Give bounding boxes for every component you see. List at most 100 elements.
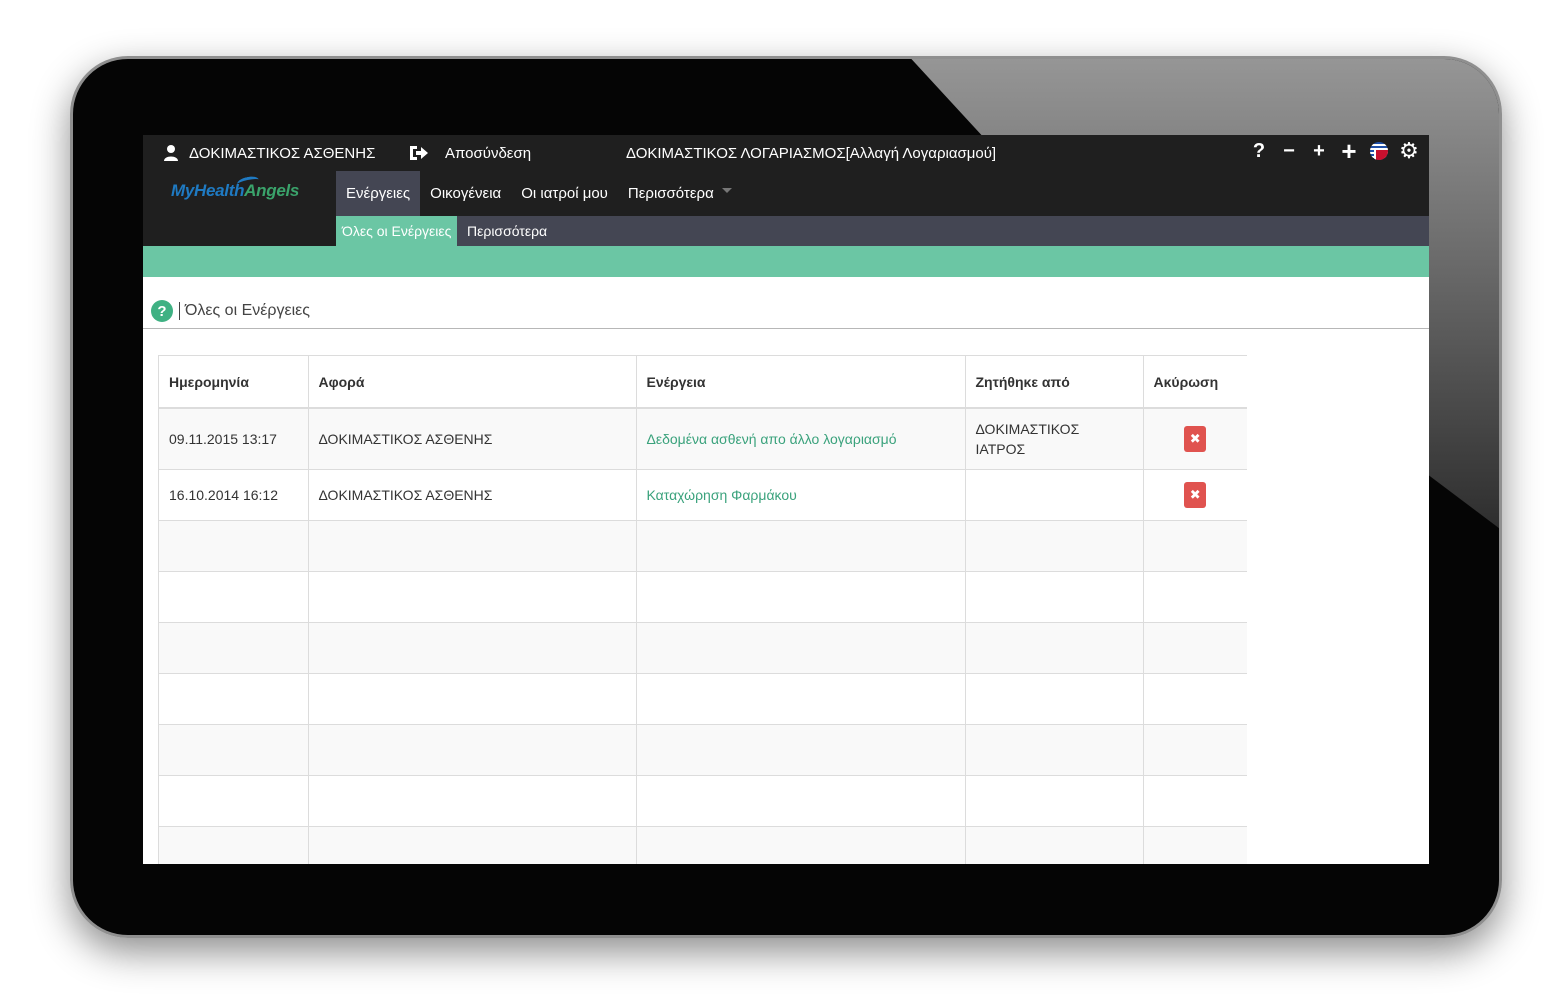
column-header-subject[interactable]: Αφορά — [308, 356, 637, 409]
column-header-cancel[interactable]: Ακύρωση — [1143, 356, 1247, 409]
empty-cell — [159, 826, 309, 864]
subtab-label: Περισσότερα — [467, 223, 548, 239]
language-button[interactable] — [1369, 139, 1389, 163]
gear-icon[interactable]: ⚙ — [1399, 139, 1419, 163]
cell-cancel: ✖ — [1143, 408, 1247, 470]
empty-cell — [636, 775, 966, 827]
empty-cell — [1143, 724, 1247, 776]
empty-cell — [159, 775, 309, 827]
user-icon — [164, 145, 178, 161]
page-header: ? Όλες οι Ενέργειες — [151, 299, 310, 323]
sub-nav: Όλες οι Ενέργειες Περισσότερα — [143, 216, 1429, 246]
user-menu[interactable]: ΔΟΚΙΜΑΣΤΙΚΟΣ ΑΣΘΕΝΗΣ — [163, 135, 375, 171]
empty-cell — [1143, 775, 1247, 827]
empty-cell — [636, 571, 966, 623]
header-divider — [179, 302, 180, 320]
subtab-label: Όλες οι Ενέργειες — [342, 223, 452, 239]
empty-cell — [965, 724, 1144, 776]
nav-tabs: Ενέργειες Οικογένεια Οι ιατροί μου Περισ… — [336, 171, 742, 216]
cell-subject: ΔΟΚΙΜΑΣΤΙΚΟΣ ΑΣΘΕΝΗΣ — [308, 408, 637, 470]
empty-cell — [159, 724, 309, 776]
tab-actions[interactable]: Ενέργειες — [336, 171, 421, 216]
cell-action-link[interactable]: Δεδομένα ασθενή απο άλλο λογαριασμό — [636, 408, 966, 470]
tab-label: Περισσότερα — [627, 185, 714, 202]
empty-cell — [636, 622, 966, 674]
empty-cell — [636, 673, 966, 725]
table-row: 16.10.2014 16:12 ΔΟΚΙΜΑΣΤΙΚΟΣ ΑΣΘΕΝΗΣ Κα… — [159, 469, 1247, 521]
column-header-action[interactable]: Ενέργεια — [636, 356, 966, 409]
zoom-out-icon[interactable]: − — [1279, 139, 1299, 163]
empty-cell — [965, 673, 1144, 725]
empty-cell — [965, 571, 1144, 623]
requested-by-line: ΙΑΤΡΟΣ — [975, 440, 1026, 457]
app-logo[interactable]: MyHealthAngels — [171, 174, 299, 201]
page-title: Όλες οι Ενέργειες — [185, 302, 311, 319]
tab-my-doctors[interactable]: Οι ιατροί μου — [511, 171, 618, 216]
actions-table-container: Ημερομηνία Αφορά Ενέργεια Ζητήθηκε από Α… — [158, 355, 1247, 864]
empty-cell — [1143, 520, 1247, 572]
accent-band — [143, 246, 1429, 277]
logout-label: Αποσύνδεση — [445, 144, 532, 162]
empty-cell — [308, 724, 637, 776]
app-screen: ΔΟΚΙΜΑΣΤΙΚΟΣ ΑΣΘΕΝΗΣ Αποσύνδεση ΔΟΚΙΜΑΣΤ… — [143, 135, 1429, 864]
empty-table-row — [159, 673, 1247, 725]
empty-cell — [159, 622, 309, 674]
account-switch-link[interactable]: ΔΟΚΙΜΑΣΤΙΚΟΣ ΛΟΓΑΡΙΑΣΜΟΣ[Αλλαγή Λογαριασ… — [626, 135, 996, 171]
chevron-down-icon — [721, 188, 732, 193]
subtab-all-actions[interactable]: Όλες οι Ενέργειες — [336, 216, 458, 246]
empty-cell — [1143, 622, 1247, 674]
top-toolbar: ? − + + ⚙ — [1249, 137, 1419, 165]
cell-subject: ΔΟΚΙΜΑΣΤΙΚΟΣ ΑΣΘΕΝΗΣ — [308, 469, 637, 521]
logout-button[interactable]: Αποσύνδεση — [408, 135, 531, 171]
empty-cell — [1143, 673, 1247, 725]
empty-cell — [308, 775, 637, 827]
table-header-row: Ημερομηνία Αφορά Ενέργεια Ζητήθηκε από Α… — [159, 356, 1247, 409]
empty-cell — [1143, 571, 1247, 623]
tab-more[interactable]: Περισσότερα — [618, 171, 742, 216]
empty-cell — [965, 520, 1144, 572]
empty-table-row — [159, 571, 1247, 623]
help-icon[interactable]: ? — [1249, 139, 1269, 163]
empty-cell — [636, 826, 966, 864]
empty-table-row — [159, 826, 1247, 864]
subtab-more[interactable]: Περισσότερα — [461, 216, 553, 246]
user-name: ΔΟΚΙΜΑΣΤΙΚΟΣ ΑΣΘΕΝΗΣ — [189, 144, 376, 162]
column-header-requested-by[interactable]: Ζητήθηκε από — [965, 356, 1144, 409]
cell-date: 16.10.2014 16:12 — [159, 469, 309, 521]
empty-cell — [159, 673, 309, 725]
empty-cell — [308, 826, 637, 864]
empty-cell — [308, 571, 637, 623]
logout-icon — [410, 146, 428, 160]
tab-label: Οι ιατροί μου — [521, 185, 608, 202]
cancel-button[interactable]: ✖ — [1184, 481, 1207, 508]
cell-requested-by: ΔΟΚΙΜΑΣΤΙΚΟΣ ΙΑΤΡΟΣ — [965, 408, 1144, 470]
empty-cell — [636, 520, 966, 572]
empty-table-row — [159, 724, 1247, 776]
empty-cell — [159, 520, 309, 572]
cell-cancel: ✖ — [1143, 469, 1247, 521]
empty-table-row — [159, 622, 1247, 674]
empty-cell — [1143, 826, 1247, 864]
zoom-in-large-icon[interactable]: + — [1339, 138, 1359, 164]
requested-by-line: ΔΟΚΙΜΑΣΤΙΚΟΣ — [975, 420, 1080, 437]
main-nav: MyHealthAngels Ενέργειες Οικογένεια Οι ι… — [143, 171, 1429, 216]
empty-cell — [159, 571, 309, 623]
cell-action-link[interactable]: Καταχώρηση Φαρμάκου — [636, 469, 966, 521]
cell-date: 09.11.2015 13:17 — [159, 408, 309, 470]
empty-cell — [308, 622, 637, 674]
column-header-date[interactable]: Ημερομηνία — [159, 356, 309, 409]
tab-family[interactable]: Οικογένεια — [420, 171, 511, 216]
cancel-button[interactable]: ✖ — [1184, 425, 1207, 452]
logo-text-1: MyHealth — [171, 181, 245, 200]
empty-cell — [308, 673, 637, 725]
uk-flag-icon — [1370, 142, 1388, 160]
empty-cell — [965, 622, 1144, 674]
actions-table: Ημερομηνία Αφορά Ενέργεια Ζητήθηκε από Α… — [159, 356, 1247, 864]
zoom-in-icon[interactable]: + — [1309, 139, 1329, 163]
account-label: ΔΟΚΙΜΑΣΤΙΚΟΣ ΛΟΓΑΡΙΑΣΜΟΣ[Αλλαγή Λογαριασ… — [626, 144, 997, 162]
top-bar: ΔΟΚΙΜΑΣΤΙΚΟΣ ΑΣΘΕΝΗΣ Αποσύνδεση ΔΟΚΙΜΑΣΤ… — [143, 135, 1429, 171]
tab-label: Ενέργειες — [346, 185, 411, 202]
tab-label: Οικογένεια — [430, 185, 502, 202]
question-circle-icon[interactable]: ? — [151, 300, 173, 322]
cell-requested-by — [965, 469, 1144, 521]
